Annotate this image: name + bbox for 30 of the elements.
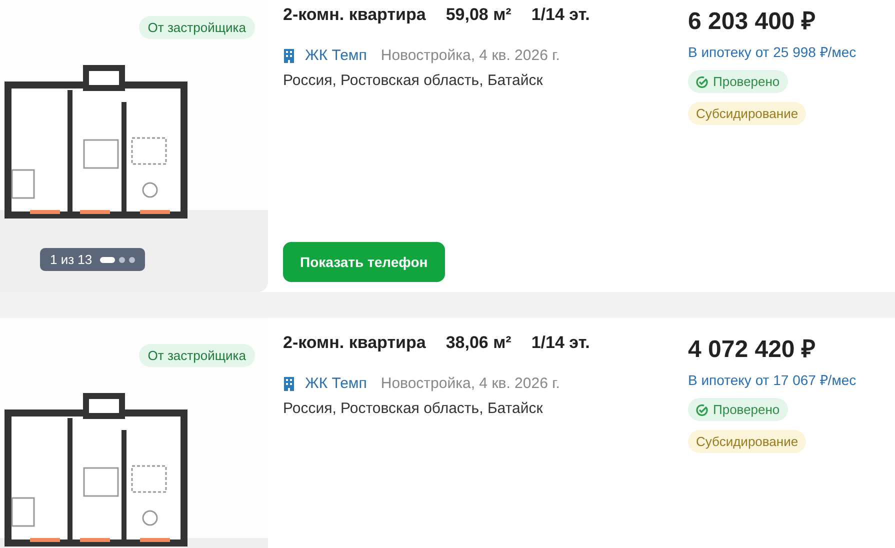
pager-dot[interactable] <box>129 256 136 262</box>
listing-title[interactable]: 2-комн. квартира <box>283 333 426 353</box>
check-icon <box>696 404 708 416</box>
complex-link[interactable]: ЖК Темп <box>305 47 367 64</box>
location-text: Россия, Ростовская область, Батайск <box>283 400 544 417</box>
build-status: Новостройка, 4 кв. 2026 г. <box>380 47 560 64</box>
developer-badge: От застройщика <box>138 344 255 367</box>
building-icon <box>283 48 295 62</box>
photo-count: 1 из 13 <box>50 252 92 267</box>
check-icon <box>696 76 708 88</box>
complex-link[interactable]: ЖК Темп <box>305 375 367 392</box>
status-tag: Субсидирование <box>688 102 806 125</box>
building-icon <box>283 376 295 390</box>
status-tag: Проверено <box>688 398 788 421</box>
listing-floor: 1/14 эт. <box>531 5 590 25</box>
pager-dot[interactable] <box>119 256 126 262</box>
developer-badge: От застройщика <box>138 16 255 39</box>
location-text: Россия, Ростовская область, Батайск <box>283 72 544 89</box>
show-phone-button[interactable]: Показать телефон <box>283 242 445 282</box>
price: 4 072 420 ₽ <box>688 335 816 364</box>
price: 6 203 400 ₽ <box>688 7 816 36</box>
status-tag: Проверено <box>688 70 788 93</box>
listing-title[interactable]: 2-комн. квартира <box>283 5 426 25</box>
build-status: Новостройка, 4 кв. 2026 г. <box>380 375 560 392</box>
listing-area: 59,08 м² <box>446 5 512 25</box>
mortgage-link[interactable]: В ипотеку от 25 998 ₽/мес <box>688 42 888 61</box>
listing-floor: 1/14 эт. <box>531 333 590 353</box>
mortgage-link[interactable]: В ипотеку от 17 067 ₽/мес <box>688 370 888 389</box>
listing-area: 38,06 м² <box>446 333 512 353</box>
status-tag: Субсидирование <box>688 430 806 453</box>
